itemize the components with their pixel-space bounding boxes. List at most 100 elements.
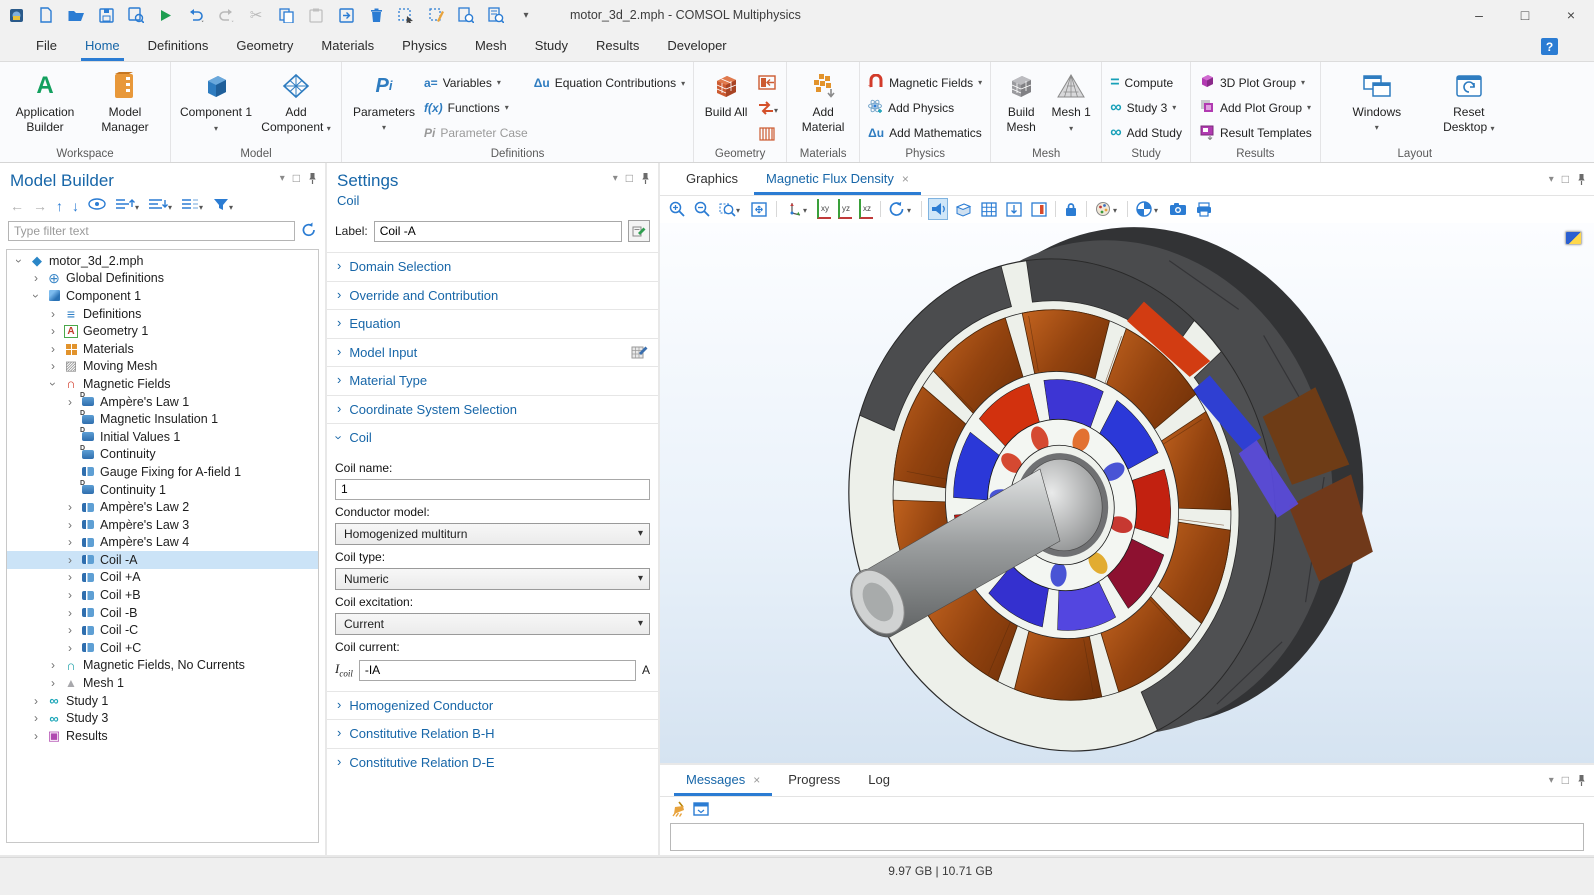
lock-icon[interactable] xyxy=(1063,199,1079,219)
model-input-edit-icon[interactable] xyxy=(631,344,648,363)
label-input[interactable] xyxy=(374,221,622,242)
tree-item[interactable]: › Coil -A xyxy=(7,551,318,569)
menu-item[interactable]: Definitions xyxy=(134,32,223,61)
panel-float-icon[interactable]: □ xyxy=(626,171,633,185)
panel-float-icon[interactable]: □ xyxy=(1562,773,1569,787)
study-3-button[interactable]: ∞ Study 3▾ xyxy=(1110,97,1182,118)
settings-section-header[interactable]: › Domain Selection xyxy=(327,252,658,281)
reset-desktop-button[interactable]: Reset Desktop ▾ xyxy=(1437,68,1501,144)
zoom-extents-icon[interactable] xyxy=(749,199,769,219)
tree-filter-input[interactable] xyxy=(8,221,295,241)
menu-item[interactable]: Home xyxy=(71,32,134,61)
tree-item[interactable]: › Definitions xyxy=(7,305,318,323)
tree-item[interactable]: › Component 1 xyxy=(7,287,318,305)
close-tab-icon[interactable]: × xyxy=(753,773,760,787)
nav-forward-icon[interactable]: → xyxy=(33,198,47,214)
tree-item[interactable]: › Results xyxy=(7,727,318,745)
insert-geometry-sequence-icon[interactable] xyxy=(756,72,778,93)
grid-icon[interactable] xyxy=(980,199,998,219)
undo-icon[interactable] xyxy=(186,5,206,25)
messages-tab[interactable]: Log xyxy=(854,765,904,796)
view-xz-icon[interactable]: xz xyxy=(859,199,873,219)
tree-item[interactable]: › Moving Mesh xyxy=(7,358,318,376)
close-tab-icon[interactable]: × xyxy=(902,172,909,186)
node-label-options-icon[interactable]: ▾ xyxy=(181,198,203,214)
tree-item[interactable]: › Materials xyxy=(7,340,318,358)
tree-item[interactable]: › Coil +B xyxy=(7,586,318,604)
move-down-icon[interactable]: ↓ xyxy=(72,198,79,214)
zoom-in-icon[interactable] xyxy=(668,199,686,219)
add-physics-button[interactable]: Add Physics xyxy=(868,97,982,118)
3d-plot-group-button[interactable]: 3D Plot Group▾ xyxy=(1199,72,1312,93)
tree-item[interactable]: › Coil +C xyxy=(7,639,318,657)
panel-float-icon[interactable]: □ xyxy=(1562,172,1569,186)
rebuild-geometry-icon[interactable]: ▾ xyxy=(756,97,778,118)
delete-icon[interactable] xyxy=(366,5,386,25)
tree-item[interactable]: Magnetic Insulation 1 xyxy=(7,410,318,428)
settings-section-header[interactable]: › Coil xyxy=(327,423,658,452)
tree-item[interactable]: Continuity 1 xyxy=(7,481,318,499)
functions-button[interactable]: f(x) Functions▾ xyxy=(424,97,528,118)
panel-pin-icon[interactable] xyxy=(1577,173,1586,185)
maximize-button[interactable]: □ xyxy=(1502,0,1548,30)
coil-current-input[interactable] xyxy=(359,660,636,681)
menu-item[interactable]: Mesh xyxy=(461,32,521,61)
settings-section-header[interactable]: › Override and Contribution xyxy=(327,281,658,310)
menu-item[interactable]: Developer xyxy=(653,32,740,61)
component-1-button[interactable]: Component 1 ▾ xyxy=(179,68,253,144)
settings-section-header[interactable]: › Equation xyxy=(327,309,658,338)
variables-button[interactable]: a= Variables▾ xyxy=(424,72,528,93)
menu-item[interactable]: Physics xyxy=(388,32,461,61)
scene-light-icon[interactable] xyxy=(954,199,973,219)
tree-item[interactable]: Initial Values 1 xyxy=(7,428,318,446)
settings-section-header[interactable]: › Model Input xyxy=(327,338,658,367)
application-builder-button[interactable]: A Application Builder xyxy=(8,68,82,144)
build-all-button[interactable]: Build All xyxy=(702,68,750,144)
show-hide-icon[interactable] xyxy=(88,198,106,213)
move-up-icon[interactable]: ↑ xyxy=(56,198,63,214)
panel-pin-icon[interactable] xyxy=(641,172,650,184)
tree-item[interactable]: › Magnetic Fields, No Currents xyxy=(7,657,318,675)
mesh-1-button[interactable]: Mesh 1 ▾ xyxy=(1049,68,1093,144)
filter-icon[interactable]: ▾ xyxy=(212,197,236,214)
plot-thumbnail-icon[interactable] xyxy=(1565,231,1582,245)
open-file-icon[interactable] xyxy=(66,5,86,25)
run-icon[interactable] xyxy=(156,5,176,25)
coil-name-input[interactable] xyxy=(335,479,650,500)
messages-tab[interactable]: Messages × xyxy=(672,765,774,796)
zoom-out-icon[interactable] xyxy=(693,199,711,219)
new-file-icon[interactable] xyxy=(36,5,56,25)
default-view-icon[interactable]: ▾ xyxy=(784,199,810,219)
save-search-icon[interactable] xyxy=(126,5,146,25)
more-commands-icon[interactable]: ▾ xyxy=(516,5,536,25)
tree-item[interactable]: › Ampère's Law 3 xyxy=(7,516,318,534)
nav-back-icon[interactable]: ← xyxy=(10,198,24,214)
conductor-model-select[interactable]: Homogenized multiturn xyxy=(335,523,650,545)
view-xy-icon[interactable]: xy xyxy=(817,199,831,219)
messages-output[interactable] xyxy=(670,823,1584,851)
snapshot-camera-icon[interactable] xyxy=(1168,199,1188,219)
tree-item[interactable]: › Coil +A xyxy=(7,569,318,587)
find-doc-icon[interactable] xyxy=(486,5,506,25)
highlight-brush-icon[interactable] xyxy=(426,5,446,25)
refresh-icon[interactable] xyxy=(301,222,317,240)
graphics-tab[interactable]: Graphics xyxy=(672,164,752,195)
coil-excitation-select[interactable]: Current xyxy=(335,613,650,635)
select-box-icon[interactable] xyxy=(396,5,416,25)
panel-float-icon[interactable]: □ xyxy=(293,171,300,185)
update-scene-icon[interactable]: ▾ xyxy=(1135,199,1161,219)
panel-menu-icon[interactable]: ▾ xyxy=(613,173,618,184)
settings-section-header[interactable]: › Material Type xyxy=(327,366,658,395)
open-message-window-icon[interactable] xyxy=(693,802,709,819)
build-mesh-button[interactable]: Build Mesh xyxy=(999,68,1043,144)
collapse-all-icon[interactable]: ▾ xyxy=(115,198,139,214)
tree-item[interactable]: › Ampère's Law 2 xyxy=(7,498,318,516)
tree-item[interactable]: › Study 1 xyxy=(7,692,318,710)
compute-button[interactable]: = Compute xyxy=(1110,72,1182,93)
equation-contributions-button[interactable]: Δu Equation Contributions▾ xyxy=(534,72,685,94)
messages-tab[interactable]: Progress xyxy=(774,765,854,796)
tree-item[interactable]: › Coil -C xyxy=(7,621,318,639)
clear-messages-broom-icon[interactable] xyxy=(670,801,685,820)
zoom-doc-icon[interactable] xyxy=(456,5,476,25)
tree-item[interactable]: › Magnetic Fields xyxy=(7,375,318,393)
